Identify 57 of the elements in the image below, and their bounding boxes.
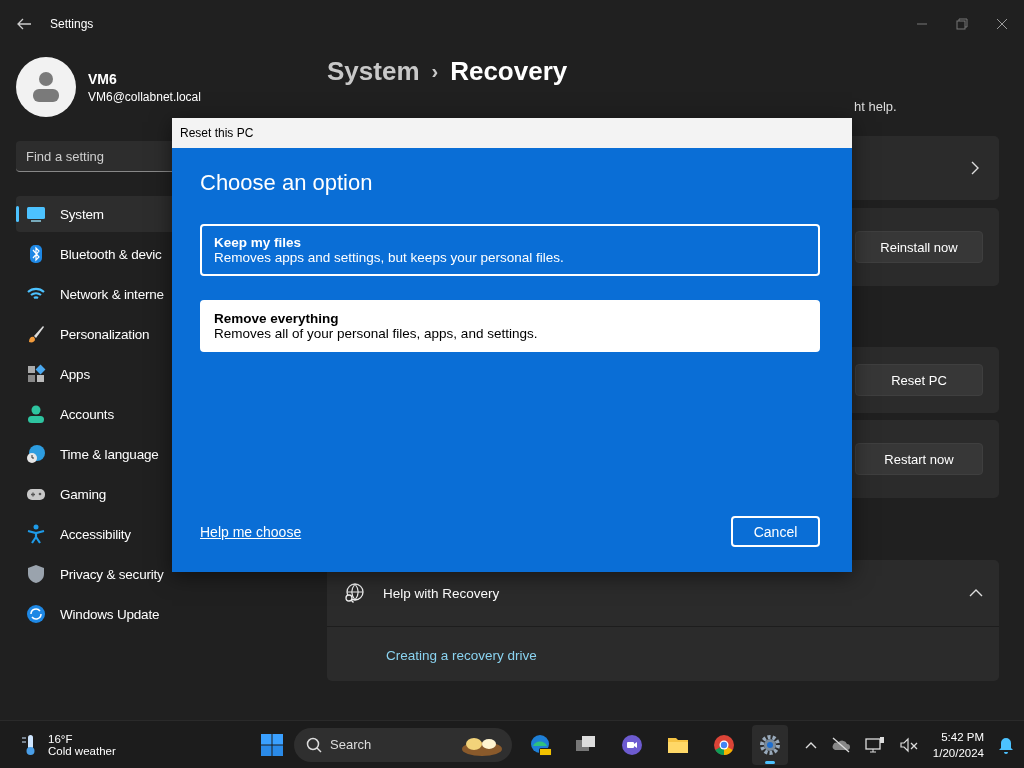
accessibility-icon bbox=[26, 524, 46, 544]
action-button[interactable]: Reinstall now bbox=[855, 231, 983, 263]
globe-clock-icon bbox=[26, 444, 46, 464]
taskbar-search[interactable]: Search bbox=[294, 727, 512, 762]
paintbrush-icon bbox=[26, 324, 46, 344]
nav-item[interactable]: Gaming bbox=[16, 476, 316, 512]
globe-search-icon bbox=[343, 582, 365, 604]
chevron-up-icon[interactable] bbox=[969, 589, 983, 597]
nav-item[interactable]: Time & language bbox=[16, 436, 316, 472]
breadcrumb-link[interactable]: System bbox=[327, 56, 420, 87]
update-icon bbox=[26, 604, 46, 624]
action-button[interactable]: Reset PC bbox=[855, 364, 983, 396]
expander-title: Help with Recovery bbox=[383, 585, 501, 601]
monitor-icon[interactable] bbox=[864, 735, 885, 754]
option-button[interactable]: Keep my files Removes apps and settings, but keeps your personal files. bbox=[200, 224, 820, 276]
nav-item[interactable]: Apps bbox=[16, 356, 316, 392]
description-text: ht help. bbox=[854, 99, 898, 114]
breadcrumb-separator: › bbox=[431, 60, 439, 83]
action-button[interactable]: Restart now bbox=[855, 443, 983, 475]
user-email: VM6@collabnet.local bbox=[88, 89, 201, 104]
close-icon[interactable] bbox=[996, 18, 1008, 30]
chevron-up-icon[interactable] bbox=[804, 740, 817, 749]
start-icon[interactable] bbox=[260, 732, 284, 757]
chevron-right-icon bbox=[971, 161, 979, 175]
speaker-muted-icon[interactable] bbox=[898, 736, 919, 753]
clock-date[interactable]: 1/20/2024 bbox=[932, 744, 984, 761]
clock-time[interactable]: 5:42 PM bbox=[932, 728, 984, 745]
cloud-off-icon[interactable] bbox=[830, 736, 851, 753]
bell-icon[interactable] bbox=[998, 735, 1014, 754]
chrome-icon bbox=[712, 732, 736, 757]
user-name: VM6 bbox=[88, 70, 118, 87]
gear-icon bbox=[758, 732, 782, 757]
nav-item[interactable]: Windows Update bbox=[16, 596, 316, 632]
taskbar-app[interactable] bbox=[752, 724, 788, 765]
page-title: Recovery bbox=[450, 56, 568, 87]
help-link[interactable]: Help me choose bbox=[200, 523, 302, 540]
apps-icon bbox=[26, 364, 46, 384]
window-title: Settings bbox=[50, 17, 94, 31]
help-link[interactable]: Creating a recovery drive bbox=[327, 627, 999, 681]
option-button[interactable]: Remove everything Removes all of your personal files, apps, and settings. bbox=[200, 300, 820, 352]
person-icon bbox=[31, 71, 61, 103]
browser-icon bbox=[528, 732, 552, 757]
weather-condition: Cold weather bbox=[48, 744, 116, 757]
nav-item[interactable]: Privacy & security bbox=[16, 556, 316, 592]
cancel-button[interactable]: Cancel bbox=[731, 516, 820, 547]
search-placeholder: Search bbox=[330, 737, 373, 752]
dialog-heading: Choose an option bbox=[200, 170, 374, 196]
back-arrow-icon[interactable] bbox=[16, 18, 32, 30]
weather-temperature: 16°F bbox=[48, 732, 74, 745]
nav-item[interactable]: Accounts bbox=[16, 396, 316, 432]
video-chat-icon bbox=[620, 732, 644, 757]
shield-icon bbox=[26, 564, 46, 584]
person-icon bbox=[26, 404, 46, 424]
search-icon bbox=[306, 736, 322, 753]
dialog-title: Reset this PC bbox=[172, 118, 852, 148]
monitor-icon bbox=[26, 204, 46, 224]
restore-icon[interactable] bbox=[956, 18, 968, 30]
